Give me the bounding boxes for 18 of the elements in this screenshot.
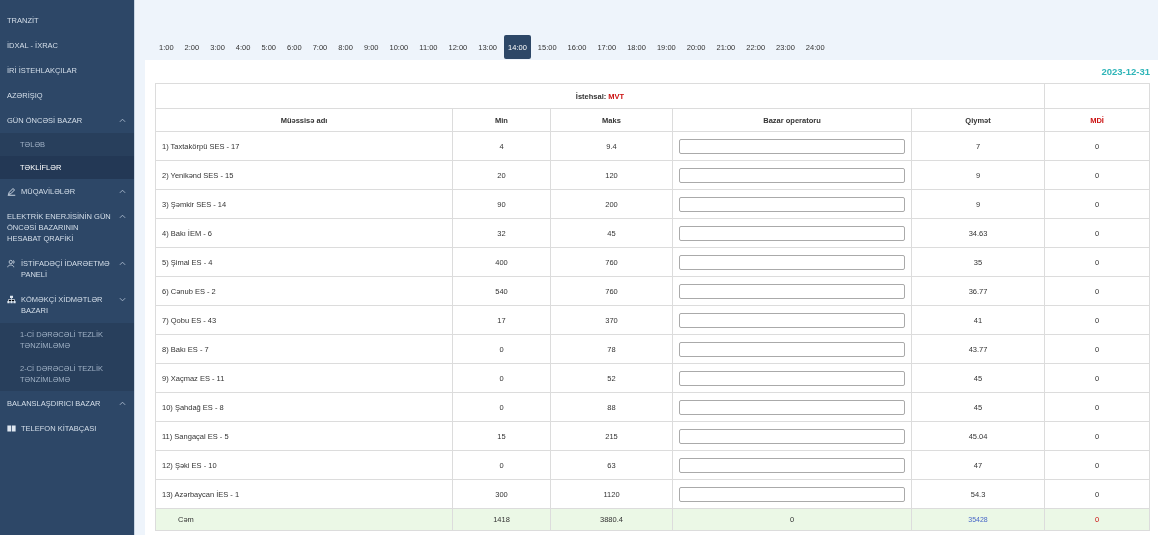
- input-field[interactable]: [679, 486, 905, 502]
- input-field[interactable]: [679, 457, 905, 473]
- input-field[interactable]: [679, 370, 905, 386]
- input-field[interactable]: [679, 283, 905, 299]
- users-icon: [7, 259, 16, 268]
- network-icon: [7, 295, 16, 304]
- input-field[interactable]: [679, 312, 905, 328]
- book-icon: [7, 424, 16, 433]
- input-field[interactable]: [679, 196, 905, 212]
- input-field[interactable]: [679, 254, 905, 270]
- input-field[interactable]: [679, 341, 905, 357]
- input-field[interactable]: [679, 399, 905, 415]
- input-field[interactable]: [679, 167, 905, 183]
- input-field[interactable]: [679, 428, 905, 444]
- date-label: 2023-12-31: [1101, 66, 1150, 77]
- input-field[interactable]: [679, 225, 905, 241]
- pen-icon: [7, 187, 16, 196]
- input-field[interactable]: [679, 138, 905, 154]
